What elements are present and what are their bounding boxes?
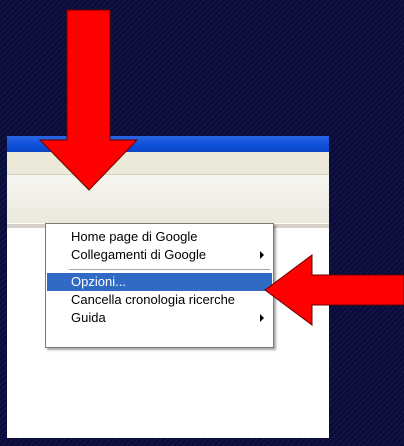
left-arrow-icon <box>264 254 404 326</box>
annotation-arrows <box>38 9 404 326</box>
down-arrow-icon <box>38 9 139 191</box>
